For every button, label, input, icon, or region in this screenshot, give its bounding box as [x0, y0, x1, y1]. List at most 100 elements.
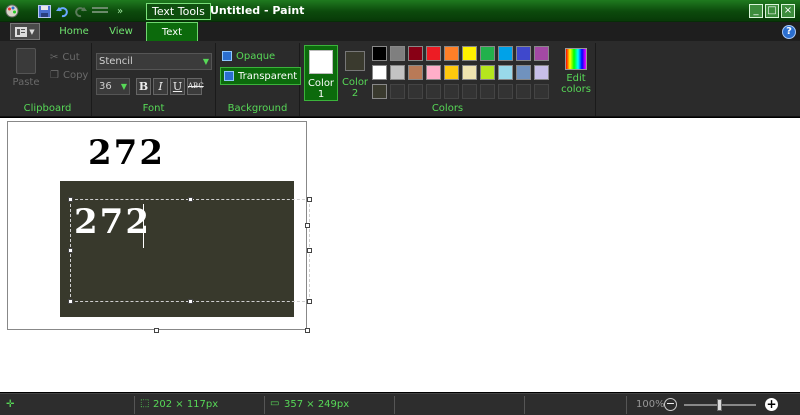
palette-empty-swatch[interactable] — [408, 84, 423, 99]
palette-color-swatch[interactable] — [372, 46, 387, 61]
palette-color-swatch[interactable] — [498, 46, 513, 61]
underline-button[interactable]: U — [170, 78, 185, 95]
undo-icon[interactable] — [54, 3, 70, 19]
color2-button[interactable]: Color 2 — [340, 45, 370, 101]
palette-color-swatch[interactable] — [372, 84, 387, 99]
resize-handle-se[interactable] — [307, 299, 312, 304]
zoom-slider-thumb[interactable] — [717, 399, 722, 411]
copy-button[interactable]: ❐ Copy — [50, 68, 88, 82]
palette-color-swatch[interactable] — [462, 46, 477, 61]
canvas-resize-handle-corner[interactable] — [305, 328, 310, 333]
font-family-value: Stencil — [99, 56, 133, 67]
resize-handle-n[interactable] — [188, 197, 193, 202]
strikethrough-button[interactable]: ABC — [187, 78, 204, 95]
transparent-button[interactable]: Transparent — [220, 67, 302, 85]
palette-color-swatch[interactable] — [498, 65, 513, 80]
save-icon[interactable] — [36, 3, 52, 19]
canvas-workspace[interactable]: 272 272 — [0, 118, 800, 392]
edit-colors-button[interactable]: Edit colors — [558, 47, 594, 101]
paste-button[interactable]: Paste — [12, 46, 40, 92]
color-spectrum-icon — [565, 48, 587, 70]
palette-empty-swatch[interactable] — [390, 84, 405, 99]
italic-button[interactable]: I — [153, 78, 168, 95]
opaque-icon — [222, 51, 232, 61]
text-box[interactable]: 272 — [68, 197, 312, 304]
palette-color-swatch[interactable] — [534, 65, 549, 80]
resize-handle-s[interactable] — [188, 299, 193, 304]
customize-quick-access-icon[interactable]: » — [114, 3, 126, 19]
canvas-resize-handle-bottom[interactable] — [154, 328, 159, 333]
font-size-dropdown[interactable]: 36 ▼ — [96, 78, 130, 95]
palette-color-swatch[interactable] — [426, 46, 441, 61]
palette-color-swatch[interactable] — [444, 65, 459, 80]
color1-swatch — [309, 50, 333, 74]
resize-handle-sw[interactable] — [68, 299, 73, 304]
palette-color-swatch[interactable] — [444, 46, 459, 61]
maximize-icon[interactable]: □ — [765, 4, 779, 18]
palette-empty-swatch[interactable] — [498, 84, 513, 99]
status-separator — [134, 396, 135, 414]
tab-text[interactable]: Text — [146, 22, 198, 41]
selection-size: 202 × 117px — [153, 399, 219, 410]
ribbon-tab-row: ▼ Home View Text ? — [0, 22, 800, 41]
resize-handle-ne[interactable] — [307, 197, 312, 202]
chevron-down-icon: ▼ — [202, 57, 209, 66]
help-icon[interactable]: ? — [782, 25, 796, 39]
resize-handle-nw[interactable] — [68, 197, 73, 202]
palette-empty-swatch[interactable] — [426, 84, 441, 99]
text-box-content: 272 — [74, 202, 151, 242]
cut-button[interactable]: ✂ Cut — [50, 50, 80, 64]
palette-color-swatch[interactable] — [516, 65, 531, 80]
colors-group-label: Colors — [431, 103, 464, 114]
zoom-in-icon[interactable]: + — [765, 398, 778, 411]
palette-color-swatch[interactable] — [408, 65, 423, 80]
bold-button[interactable]: B — [136, 78, 151, 95]
scissors-icon: ✂ — [50, 51, 59, 63]
palette-color-swatch[interactable] — [516, 46, 531, 61]
color1-label: Color — [307, 78, 335, 89]
minimize-icon[interactable]: _ — [749, 4, 763, 18]
title-bar: » Text Tools Untitled - Paint _ □ × — [0, 0, 800, 22]
palette-color-swatch[interactable] — [372, 65, 387, 80]
palette-color-swatch[interactable] — [408, 46, 423, 61]
opaque-label: Opaque — [236, 50, 276, 62]
tab-view[interactable]: View — [100, 22, 142, 41]
status-separator — [264, 396, 265, 414]
font-family-dropdown[interactable]: Stencil ▼ — [96, 53, 212, 70]
color2-number: 2 — [351, 88, 359, 99]
menu-icon — [15, 26, 28, 37]
resize-handle-w[interactable] — [68, 248, 73, 253]
zoom-slider[interactable] — [684, 399, 756, 411]
paint-menu-button[interactable]: ▼ — [10, 23, 40, 40]
palette-empty-swatch[interactable] — [480, 84, 495, 99]
copy-icon: ❐ — [50, 69, 59, 81]
palette-color-swatch[interactable] — [390, 46, 405, 61]
resize-handle-e[interactable] — [307, 248, 312, 253]
color1-number: 1 — [317, 89, 325, 100]
cut-label: Cut — [62, 51, 80, 63]
window-title: Untitled - Paint — [210, 4, 305, 17]
tab-home[interactable]: Home — [50, 22, 98, 41]
palette-empty-swatch[interactable] — [444, 84, 459, 99]
opaque-button[interactable]: Opaque — [222, 48, 275, 64]
palette-color-swatch[interactable] — [480, 65, 495, 80]
paste-label: Paste — [12, 77, 40, 88]
zoom-level: 100% — [636, 399, 665, 410]
close-icon[interactable]: × — [781, 4, 795, 18]
palette-color-swatch[interactable] — [534, 46, 549, 61]
canvas-resize-handle-right[interactable] — [305, 223, 310, 228]
palette-empty-swatch[interactable] — [534, 84, 549, 99]
color1-button[interactable]: Color 1 — [304, 45, 338, 101]
zoom-out-icon[interactable]: − — [664, 398, 677, 411]
palette-empty-swatch[interactable] — [516, 84, 531, 99]
palette-color-swatch[interactable] — [390, 65, 405, 80]
palette-color-swatch[interactable] — [426, 65, 441, 80]
palette-empty-swatch[interactable] — [462, 84, 477, 99]
drawing-canvas[interactable]: 272 272 — [7, 121, 312, 330]
redo-icon[interactable] — [72, 3, 88, 19]
paint-app-icon[interactable] — [4, 3, 20, 19]
selection-icon: ⬚ — [140, 398, 150, 409]
palette-color-swatch[interactable] — [462, 65, 477, 80]
ribbon: Paste ✂ Cut ❐ Copy Clipboard Stencil ▼ 3… — [0, 41, 800, 117]
palette-color-swatch[interactable] — [480, 46, 495, 61]
